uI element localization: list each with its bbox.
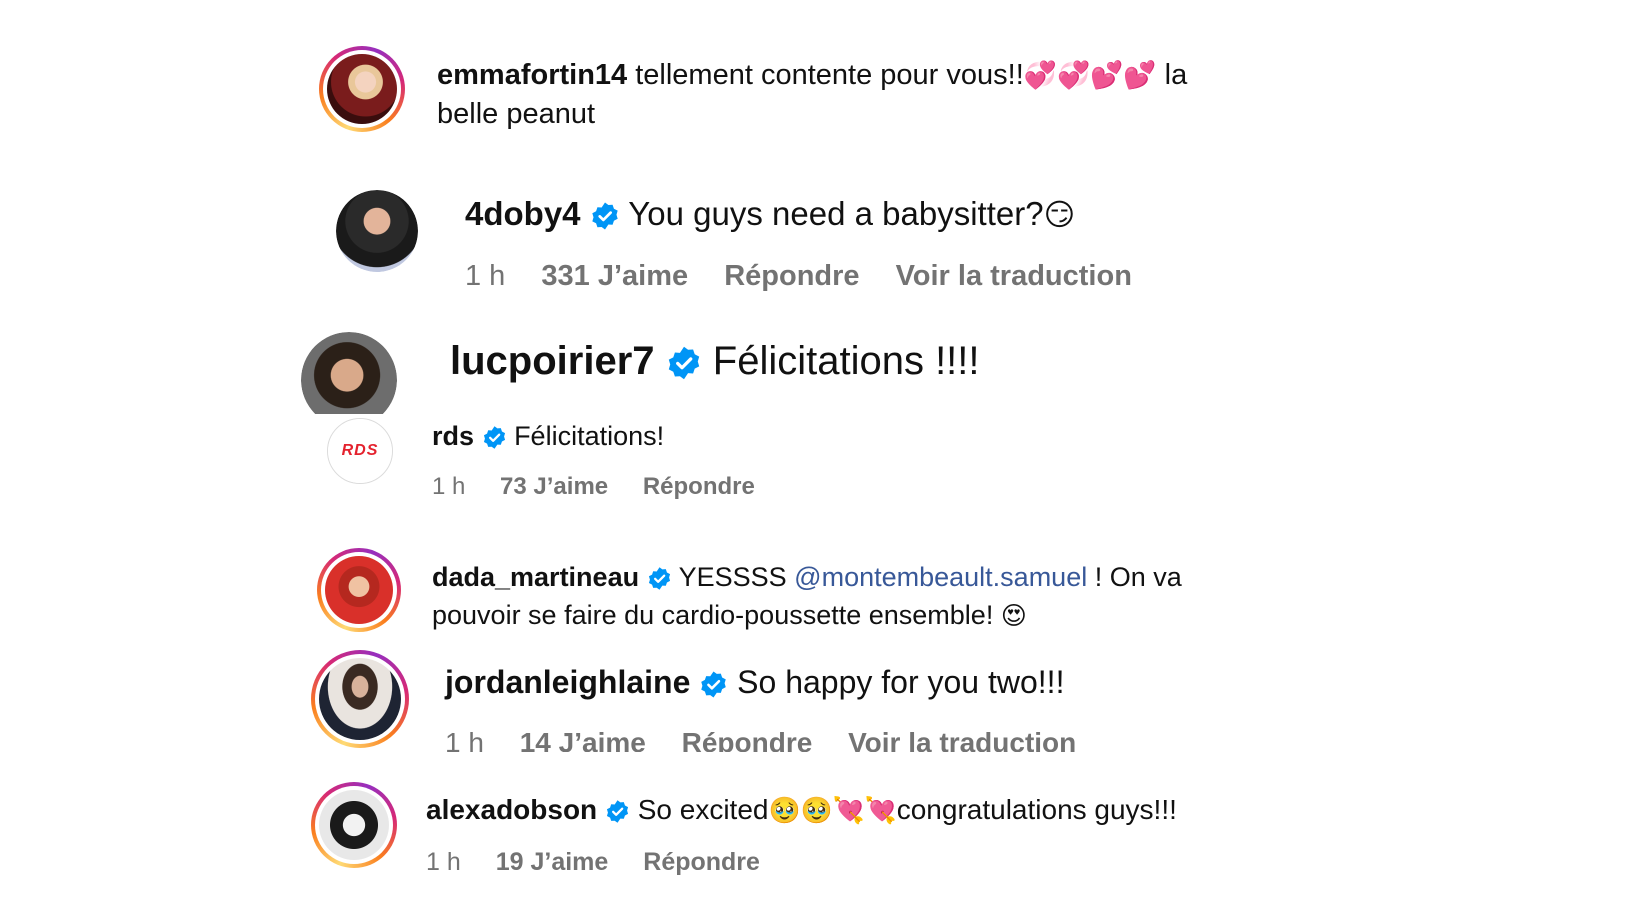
comment-time: 1 h xyxy=(432,473,466,500)
comment-text-end: congratulations guys!!! xyxy=(896,794,1177,825)
comment-text: Félicitations !!!! xyxy=(712,339,980,383)
comment-emoji: 🥹🥹💘💘 xyxy=(768,796,897,826)
reply-button[interactable]: Répondre xyxy=(643,473,755,500)
comment-time: 1 h xyxy=(426,848,461,876)
comment-likes[interactable]: 19 J’aime xyxy=(496,848,609,876)
see-translation-button[interactable]: Voir la traduction xyxy=(848,727,1076,752)
verified-badge-icon xyxy=(647,566,672,591)
comment-text: YESSSS xyxy=(678,562,795,592)
comment-text: You guys need a babysitter? xyxy=(628,195,1044,232)
comment-text: So happy for you two!!! xyxy=(737,664,1065,700)
comment-text: Félicitations! xyxy=(514,421,665,451)
comment-username[interactable]: emmafortin14 xyxy=(437,59,627,91)
mention-link[interactable]: @montembeault.samuel xyxy=(794,562,1087,592)
verified-badge-icon xyxy=(482,425,507,450)
comment-text: tellement contente pour vous!! xyxy=(635,59,1024,91)
comment-emoji: 😏 xyxy=(1043,198,1076,233)
comment-username[interactable]: lucpoirier7 xyxy=(450,339,655,383)
comment-text-line2: pouvoir se faire du cardio-poussette ens… xyxy=(432,600,1001,630)
comment-text-end: ! On va xyxy=(1087,562,1182,592)
see-translation-button[interactable]: Voir la traduction xyxy=(896,260,1132,292)
comment-likes[interactable]: 331 J’aime xyxy=(541,260,688,292)
comment-username[interactable]: 4doby4 xyxy=(465,195,581,232)
comment-text-after: la xyxy=(1156,59,1188,91)
comment-username[interactable]: dada_martineau xyxy=(432,562,639,592)
reply-button[interactable]: Répondre xyxy=(643,848,760,876)
comment-time: 1 h xyxy=(465,260,506,292)
avatar[interactable] xyxy=(311,650,409,748)
verified-badge-icon xyxy=(699,670,728,699)
comment-likes[interactable]: 73 J’aime xyxy=(500,473,608,500)
comment-likes[interactable]: 14 J’aime xyxy=(520,727,646,752)
comment-time: 1 h xyxy=(445,727,484,752)
verified-badge-icon xyxy=(590,201,620,231)
avatar[interactable]: RDS xyxy=(327,418,393,484)
comment-text: So excited xyxy=(637,794,769,825)
comment-username[interactable]: alexadobson xyxy=(426,794,597,825)
comment-emoji: 💞💞💕💕 xyxy=(1023,60,1157,91)
avatar[interactable] xyxy=(319,46,405,132)
reply-button[interactable]: Répondre xyxy=(682,727,813,752)
comment-text-line2: belle peanut xyxy=(437,98,596,130)
comment-username[interactable]: jordanleighlaine xyxy=(445,664,690,700)
comment-emoji: 😍 xyxy=(1000,601,1027,630)
comment-username[interactable]: rds xyxy=(432,421,474,451)
avatar[interactable] xyxy=(336,190,418,272)
verified-badge-icon xyxy=(605,799,630,824)
reply-button[interactable]: Répondre xyxy=(724,260,859,292)
avatar[interactable] xyxy=(311,782,397,868)
avatar[interactable] xyxy=(317,548,401,632)
rds-logo: RDS xyxy=(341,442,379,459)
verified-badge-icon xyxy=(666,345,702,381)
